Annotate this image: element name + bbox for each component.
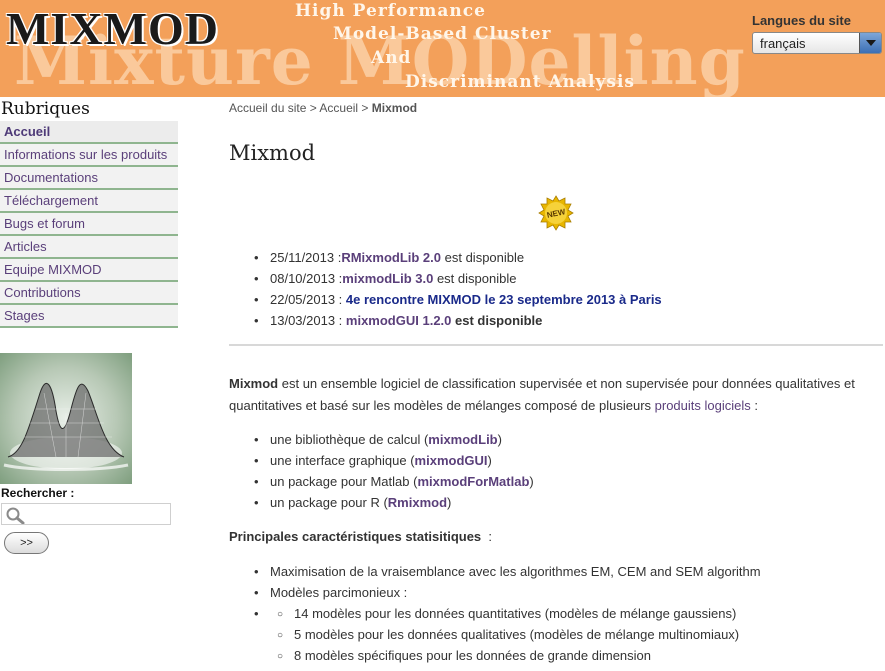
news-list: 25/11/2013 :RMixmodLib 2.0 est disponibl… <box>252 249 662 333</box>
products-list: une bibliothèque de calcul (mixmodLib) u… <box>252 431 534 515</box>
content-divider <box>229 344 883 346</box>
banner-tagline-2: Model-Based Cluster <box>333 24 552 44</box>
breadcrumb: Accueil du site > Accueil > Mixmod <box>229 101 417 115</box>
news-item: 08/10/2013 :mixmodLib 3.0 est disponible <box>252 270 662 291</box>
mixmodlib-link[interactable]: mixmodLib <box>428 432 497 447</box>
section-title-text: Principales caractéristiques statisitiqu… <box>229 529 482 544</box>
news-date: 08/10/2013 : <box>270 271 343 286</box>
breadcrumb-separator: > <box>306 101 320 115</box>
news-item: 22/05/2013 : 4e rencontre MIXMOD le 23 s… <box>252 291 662 312</box>
sidebar-item-bugs-forum[interactable]: Bugs et forum <box>0 213 178 236</box>
breadcrumb-accueil[interactable]: Accueil <box>319 101 358 115</box>
sidebar-item-informations[interactable]: Informations sur les produits <box>0 144 178 167</box>
news-date: 22/05/2013 : <box>270 292 346 307</box>
intro-text: est un ensemble logiciel de classificati… <box>229 376 855 413</box>
banner-tagline-1: High Performance <box>295 1 486 21</box>
sidebar-item-documentations[interactable]: Documentations <box>0 167 178 190</box>
product-text: un package pour R ( <box>270 495 388 510</box>
news-date: 13/03/2013 : <box>270 313 346 328</box>
search-input[interactable] <box>1 503 171 525</box>
mixture-surface-image <box>0 353 132 484</box>
list-item: 5 modèles pour les données qualitatives … <box>276 626 761 647</box>
characteristics-list: Maximisation de la vraisemblance avec le… <box>252 563 761 668</box>
language-selected-value: français <box>760 36 806 51</box>
sidebar-item-telechargement[interactable]: Téléchargement <box>0 190 178 213</box>
banner-tagline-3: And <box>371 48 412 68</box>
search-label: Rechercher : <box>1 486 75 500</box>
banner-tagline-4: Discriminant Analysis <box>405 72 635 92</box>
produits-logiciels-link[interactable]: produits logiciels <box>655 398 751 413</box>
news-text: est disponible <box>441 250 525 265</box>
sidebar-item-equipe[interactable]: Equipe MIXMOD <box>0 259 178 282</box>
product-text: une interface graphique ( <box>270 453 415 468</box>
product-text: une bibliothèque de calcul ( <box>270 432 429 447</box>
news-text: est disponible <box>451 313 543 328</box>
news-date: 25/11/2013 : <box>270 250 342 265</box>
section-title: Principales caractéristiques statisitiqu… <box>229 529 492 544</box>
news-link-rmixmodlib[interactable]: RMixmodLib 2.0 <box>341 250 441 265</box>
news-item: 13/03/2013 : mixmodGUI 1.2.0 est disponi… <box>252 312 662 333</box>
sidebar-item-articles[interactable]: Articles <box>0 236 178 259</box>
product-text: ) <box>447 495 452 510</box>
list-item: Modèles parcimonieux : <box>252 584 761 605</box>
language-title: Langues du site <box>752 13 851 28</box>
breadcrumb-separator: > <box>358 101 372 115</box>
product-text: ) <box>529 474 534 489</box>
site-banner: Mixture MODelling MIXMOD High Performanc… <box>0 0 885 97</box>
sidebar-item-contributions[interactable]: Contributions <box>0 282 178 305</box>
search-button[interactable]: >> <box>4 532 49 554</box>
page-title: Mixmod <box>229 141 316 165</box>
sidebar-item-stages[interactable]: Stages <box>0 305 178 328</box>
rmixmod-link[interactable]: Rmixmod <box>388 495 447 510</box>
product-text: ) <box>487 453 492 468</box>
news-text: est disponible <box>433 271 517 286</box>
sub-characteristics-list: 14 modèles pour les données quantitative… <box>276 605 761 668</box>
product-text: un package pour Matlab ( <box>270 474 418 489</box>
mixmodgui-link[interactable]: mixmodGUI <box>415 453 488 468</box>
site-logo[interactable]: MIXMOD <box>6 2 219 55</box>
intro-keyword: Mixmod <box>229 376 279 391</box>
product-text: ) <box>497 432 502 447</box>
sub-list-container: 14 modèles pour les données quantitative… <box>252 605 761 668</box>
list-item: un package pour R (Rmixmod) <box>252 494 534 515</box>
list-item: 8 modèles spécifiques pour les données d… <box>276 647 761 668</box>
intro-tail: : <box>750 398 758 413</box>
sidebar-item-accueil[interactable]: Accueil <box>0 121 178 144</box>
news-link-mixmodgui[interactable]: mixmodGUI 1.2.0 <box>346 313 451 328</box>
news-link-rencontre[interactable]: 4e rencontre MIXMOD le 23 septembre 2013… <box>346 292 662 307</box>
chevron-down-icon[interactable] <box>859 33 881 53</box>
section-title-colon: : <box>481 529 493 544</box>
news-item: 25/11/2013 :RMixmodLib 2.0 est disponibl… <box>252 249 662 270</box>
breadcrumb-current: Mixmod <box>371 101 418 115</box>
language-select[interactable]: français <box>752 32 882 54</box>
sidebar-title: Rubriques <box>1 99 90 119</box>
mixmodformatlab-link[interactable]: mixmodForMatlab <box>417 474 529 489</box>
sidebar-menu: Accueil Informations sur les produits Do… <box>0 121 178 328</box>
breadcrumb-home[interactable]: Accueil du site <box>229 101 306 115</box>
list-item: Maximisation de la vraisemblance avec le… <box>252 563 761 584</box>
new-badge-icon: NEW <box>538 195 574 231</box>
intro-paragraph: Mixmod est un ensemble logiciel de class… <box>229 373 885 417</box>
news-link-mixmodlib[interactable]: mixmodLib 3.0 <box>342 271 433 286</box>
list-item: une interface graphique (mixmodGUI) <box>252 452 534 473</box>
list-item: 14 modèles pour les données quantitative… <box>276 605 761 626</box>
list-item: une bibliothèque de calcul (mixmodLib) <box>252 431 534 452</box>
list-item: un package pour Matlab (mixmodForMatlab) <box>252 473 534 494</box>
search-icon <box>6 507 25 524</box>
